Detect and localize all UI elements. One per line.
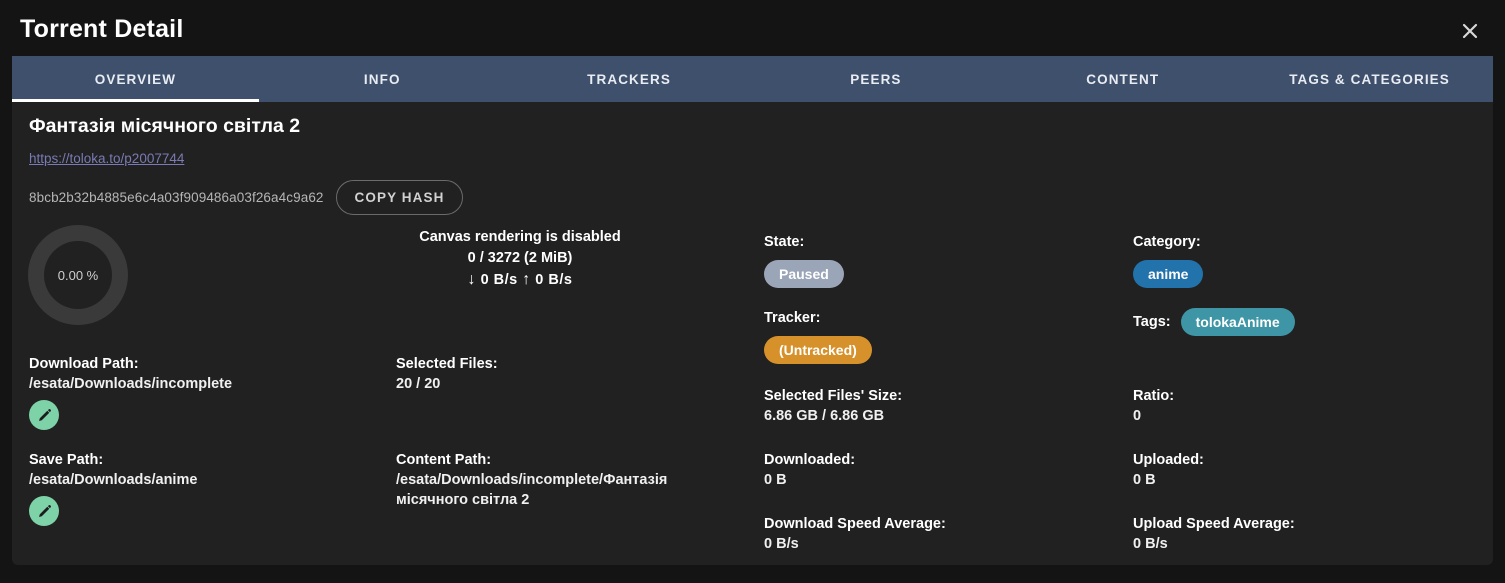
tab-overview[interactable]: OVERVIEW	[12, 56, 259, 102]
state-field: State: Paused	[764, 232, 844, 288]
tab-content-label: CONTENT	[1086, 71, 1160, 87]
save-path-field: Save Path: /esata/Downloads/anime	[29, 450, 197, 526]
progress-donut-hole: 0.00 %	[44, 241, 112, 309]
tracker-badge: (Untracked)	[764, 336, 872, 364]
tab-peers[interactable]: PEERS	[752, 56, 999, 102]
dialog-titlebar: Torrent Detail	[0, 0, 1505, 56]
tracker-field: Tracker: (Untracked)	[764, 308, 872, 364]
upload-speed-average-field: Upload Speed Average: 0 B/s	[1133, 514, 1295, 554]
tracker-label: Tracker:	[764, 310, 821, 326]
uploaded-field: Uploaded: 0 B	[1133, 450, 1204, 490]
tab-peers-label: PEERS	[850, 71, 902, 87]
ratio-value: 0	[1133, 408, 1142, 424]
tab-info[interactable]: INFO	[259, 56, 506, 102]
selected-files-value: 20 / 20	[396, 376, 441, 392]
edit-download-path-button[interactable]	[29, 400, 59, 430]
torrent-source-link[interactable]: https://toloka.to/p2007744	[29, 151, 184, 166]
tags-field: Tags: tolokaAnime	[1133, 308, 1295, 336]
tab-trackers[interactable]: TRACKERS	[506, 56, 753, 102]
pieces-summary: Canvas rendering is disabled 0 / 3272 (2…	[396, 227, 644, 291]
download-arrow-icon: ↓	[467, 271, 477, 288]
progress-donut: 0.00 %	[28, 225, 128, 325]
content-path-value: /esata/Downloads/incomplete/Фантазія міс…	[396, 472, 672, 508]
status-badge: Paused	[764, 260, 844, 288]
download-path-field: Download Path: /esata/Downloads/incomple…	[29, 354, 232, 430]
edit-save-path-button[interactable]	[29, 496, 59, 526]
canvas-notice: Canvas rendering is disabled	[419, 229, 621, 245]
content-path-label: Content Path:	[396, 452, 492, 468]
pieces-count: 0 / 3272 (2 MiB)	[467, 250, 573, 266]
downloaded-label: Downloaded:	[764, 452, 856, 468]
torrent-detail-dialog: Torrent Detail OVERVIEW INFO TRACKERS PE…	[0, 0, 1505, 583]
tab-tags-categories-label: TAGS & CATEGORIES	[1289, 71, 1450, 87]
download-speed-value: 0 B/s	[480, 272, 518, 288]
tab-info-label: INFO	[363, 71, 401, 87]
save-path-value: /esata/Downloads/anime	[29, 472, 198, 488]
save-path-label: Save Path:	[29, 452, 104, 468]
torrent-hash: 8bcb2b32b4885e6c4a03f909486a03f26a4c9a62	[29, 190, 324, 205]
upload-speed-average-value: 0 B/s	[1133, 536, 1168, 552]
close-icon[interactable]	[1453, 14, 1487, 48]
selected-files-label: Selected Files:	[396, 356, 498, 372]
content-path-field: Content Path: /esata/Downloads/incomplet…	[396, 450, 741, 510]
tag-badge[interactable]: tolokaAnime	[1180, 308, 1295, 336]
downloaded-field: Downloaded: 0 B	[764, 450, 855, 490]
tab-trackers-label: TRACKERS	[587, 71, 671, 87]
selected-files-size-label: Selected Files' Size:	[764, 388, 903, 404]
page-title: Torrent Detail	[20, 15, 184, 43]
category-label: Category:	[1133, 234, 1201, 250]
hash-row: 8bcb2b32b4885e6c4a03f909486a03f26a4c9a62…	[29, 180, 464, 215]
downloaded-value: 0 B	[764, 472, 787, 488]
category-field: Category: anime	[1133, 232, 1204, 288]
uploaded-label: Uploaded:	[1133, 452, 1204, 468]
state-label: State:	[764, 234, 805, 250]
tab-overview-label: OVERVIEW	[94, 71, 177, 87]
overview-panel: Фантазія місячного світла 2 https://tolo…	[12, 102, 1493, 565]
upload-speed-value: 0 B/s	[535, 272, 573, 288]
torrent-name: Фантазія місячного світла 2	[29, 115, 301, 137]
tab-content[interactable]: CONTENT	[999, 56, 1246, 102]
selected-files-size-value: 6.86 GB / 6.86 GB	[764, 408, 885, 424]
download-path-value: /esata/Downloads/incomplete	[29, 376, 233, 392]
selected-files-size-field: Selected Files' Size: 6.86 GB / 6.86 GB	[764, 386, 902, 426]
copy-hash-button[interactable]: COPY HASH	[335, 180, 464, 215]
download-speed-average-field: Download Speed Average: 0 B/s	[764, 514, 946, 554]
speed-line: ↓ 0 B/s ↑ 0 B/s	[396, 269, 644, 291]
pencil-icon	[37, 408, 52, 423]
uploaded-value: 0 B	[1133, 472, 1156, 488]
download-path-label: Download Path:	[29, 356, 139, 372]
progress-percent-label: 0.00 %	[57, 267, 99, 283]
category-badge[interactable]: anime	[1133, 260, 1204, 288]
upload-arrow-icon: ↑	[522, 271, 531, 288]
selected-files-field: Selected Files: 20 / 20	[396, 354, 741, 394]
tab-tags-categories[interactable]: TAGS & CATEGORIES	[1246, 56, 1493, 102]
ratio-label: Ratio:	[1133, 388, 1175, 404]
pencil-icon	[37, 504, 52, 519]
upload-speed-average-label: Upload Speed Average:	[1133, 516, 1295, 532]
tags-label: Tags:	[1133, 314, 1171, 330]
download-speed-average-value: 0 B/s	[764, 536, 799, 552]
ratio-field: Ratio: 0	[1133, 386, 1174, 426]
download-speed-average-label: Download Speed Average:	[764, 516, 946, 532]
tab-bar: OVERVIEW INFO TRACKERS PEERS CONTENT TAG…	[12, 56, 1493, 102]
